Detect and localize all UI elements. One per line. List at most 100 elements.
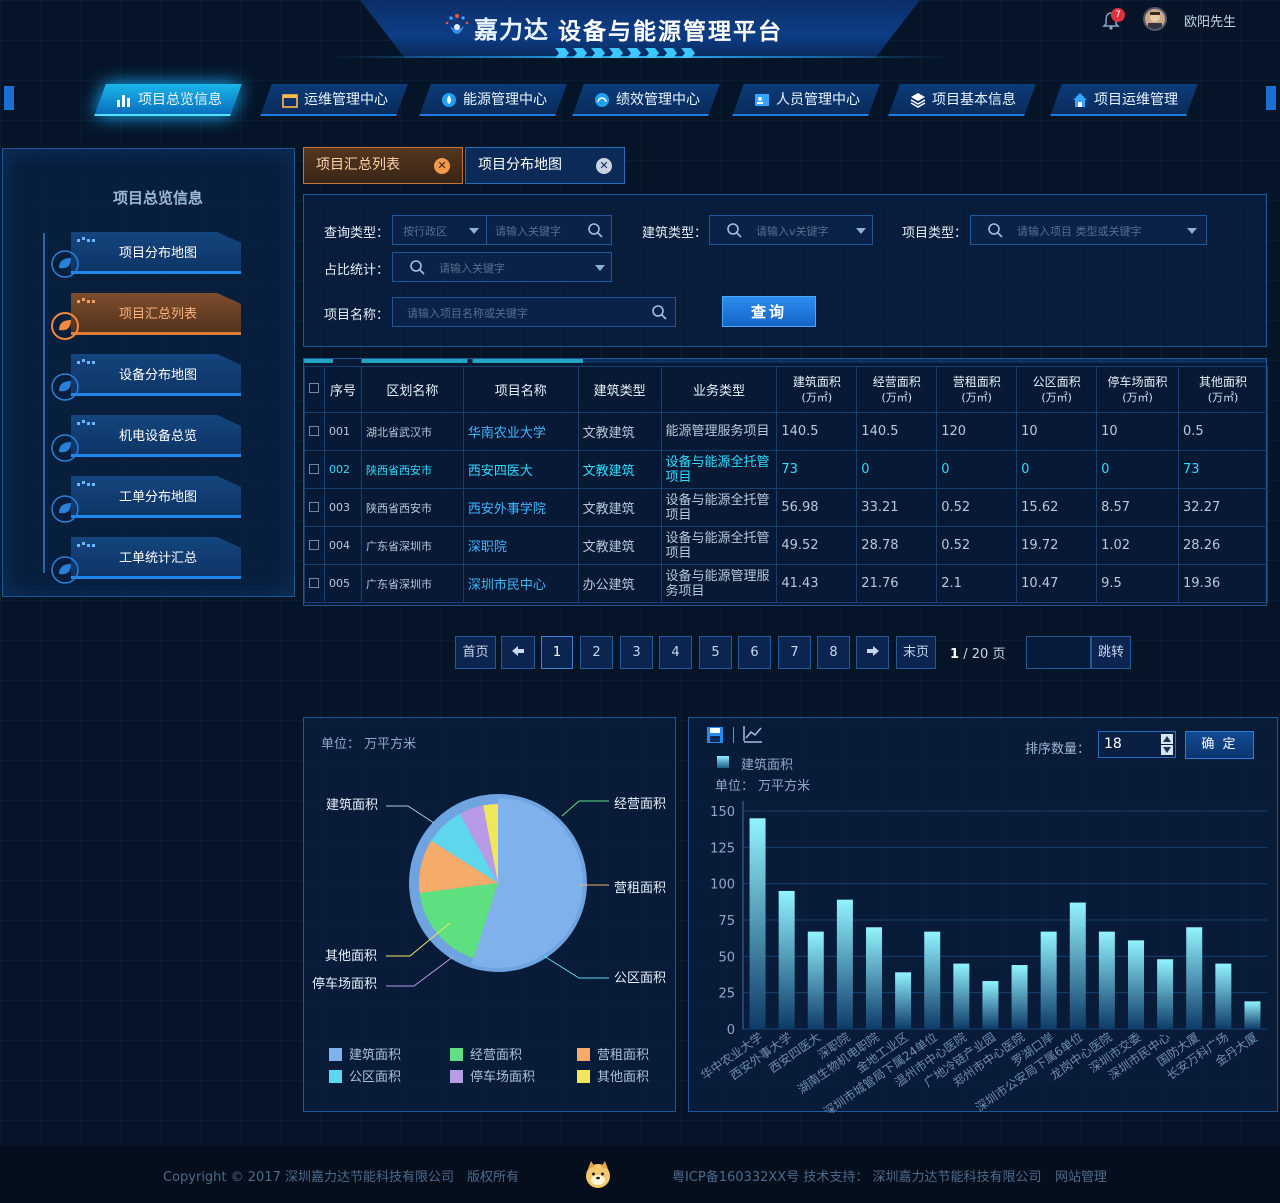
nav-tab-project-maintenance[interactable]: 项目运维管理	[1050, 84, 1198, 116]
stepper-arrows-icon[interactable]	[1161, 734, 1173, 755]
page-button-4[interactable]: 4	[659, 636, 692, 669]
page-button-2[interactable]: 2	[580, 636, 613, 669]
bar-12[interactable]	[1098, 931, 1115, 1029]
page-button-5[interactable]: 5	[699, 636, 732, 669]
bar-0[interactable]	[749, 818, 766, 1029]
legend-item-other[interactable]: 其他面积	[577, 1066, 649, 1085]
bar-1[interactable]	[778, 890, 795, 1029]
page-button-7[interactable]: 7	[778, 636, 811, 669]
col-header-rental-area[interactable]: 营租面积 (万㎡)	[936, 366, 1018, 413]
tab-project-list[interactable]: 项目汇总列表 ✕	[303, 147, 463, 184]
bar-3[interactable]	[836, 899, 853, 1029]
nav-tab-operations[interactable]: 运维管理中心	[260, 84, 408, 116]
sidebar-item-equipment-overview[interactable]: 机电设备总览	[71, 415, 241, 457]
close-tab-icon[interactable]: ✕	[596, 158, 612, 174]
cell-name[interactable]: 深职院	[462, 526, 579, 565]
bar-13[interactable]	[1128, 940, 1144, 1029]
bar-14[interactable]	[1157, 959, 1174, 1029]
bar-5[interactable]	[895, 972, 912, 1029]
sidebar-item-workorder-stats[interactable]: 工单统计汇总	[71, 537, 241, 579]
legend-item-operating[interactable]: 经营面积	[450, 1044, 522, 1063]
query-button[interactable]: 查询	[722, 296, 816, 327]
col-header-building-area[interactable]: 建筑面积 (万㎡)	[776, 366, 858, 413]
legend-item-parking[interactable]: 停车场面积	[450, 1066, 535, 1085]
confirm-button[interactable]: 确 定	[1185, 731, 1254, 759]
jump-page-input[interactable]	[1026, 636, 1091, 669]
bar-16[interactable]	[1215, 963, 1232, 1029]
nav-next-arrow[interactable]	[1266, 86, 1276, 110]
nav-tab-energy[interactable]: 能源管理中心	[419, 84, 567, 116]
bar-6[interactable]	[924, 931, 941, 1029]
keyword-input[interactable]: 请输入关键字	[486, 215, 612, 245]
last-page-button[interactable]: 末页	[896, 636, 936, 669]
page-button-6[interactable]: 6	[738, 636, 771, 669]
table-row[interactable]: 005 广东省深圳市 深圳市民中心 办公建筑 设备与能源管理服务项目 41.43 21.76…	[304, 564, 1268, 603]
sidebar-item-device-map[interactable]: 设备分布地图	[71, 354, 241, 396]
nav-tab-project-info[interactable]: 项目基本信息	[888, 84, 1036, 116]
page-button-3[interactable]: 3	[620, 636, 653, 669]
project-name-input[interactable]: 请输入项目名称或关键字	[392, 297, 676, 327]
row-checkbox[interactable]	[304, 564, 325, 603]
table-row[interactable]: 004 广东省深圳市 深职院 文教建筑 设备与能源全托管项目 49.52 28.78 0.52…	[304, 526, 1268, 565]
page-button-1[interactable]: 1	[541, 636, 573, 669]
bar-8[interactable]	[982, 981, 999, 1029]
cell-name[interactable]: 华南农业大学	[462, 412, 579, 451]
username[interactable]: 欧阳先生	[1184, 11, 1236, 30]
table-row[interactable]: 001 湖北省武汉市 华南农业大学 文教建筑 能源管理服务项目 140.5 140.5 120…	[304, 412, 1268, 451]
close-tab-icon[interactable]: ✕	[434, 158, 450, 174]
user-avatar[interactable]	[1143, 7, 1167, 31]
col-header-name[interactable]: 项目名称	[462, 366, 579, 413]
col-header-public-area[interactable]: 公区面积 (万㎡)	[1016, 366, 1098, 413]
prev-page-button[interactable]	[501, 636, 535, 669]
cell-name[interactable]: 深圳市民中心	[462, 564, 579, 603]
table-row[interactable]: 003 陕西省西安市 西安外事学院 文教建筑 设备与能源全托管项目 56.98 33.21 0…	[304, 488, 1268, 527]
bar-2[interactable]	[807, 931, 824, 1029]
sidebar-item-workorder-map[interactable]: 工单分布地图	[71, 476, 241, 518]
row-checkbox[interactable]	[304, 412, 325, 451]
col-header-operating-area[interactable]: 经营面积 (万㎡)	[856, 366, 938, 413]
row-checkbox[interactable]	[304, 526, 325, 565]
bar-17[interactable]	[1244, 1001, 1261, 1029]
col-header-building[interactable]: 建筑类型	[577, 366, 662, 413]
project-type-input[interactable]: 请输入项目 类型或关键字	[970, 215, 1207, 245]
row-checkbox[interactable]	[304, 488, 325, 527]
ratio-input[interactable]: 请输入关键字	[392, 252, 612, 282]
legend-item-building[interactable]: 建筑面积	[329, 1044, 401, 1063]
rank-count-input[interactable]: 18	[1098, 731, 1176, 758]
row-checkbox[interactable]	[304, 450, 325, 489]
legend-item-rental[interactable]: 营租面积	[577, 1044, 649, 1063]
bar-7[interactable]	[953, 963, 970, 1029]
nav-tab-performance[interactable]: 绩效管理中心	[572, 84, 720, 116]
col-header-business[interactable]: 业务类型	[660, 366, 778, 413]
bar-4[interactable]	[866, 927, 882, 1029]
page-button-8[interactable]: 8	[817, 636, 850, 669]
cell-name[interactable]: 西安外事学院	[462, 488, 579, 527]
legend-item-public[interactable]: 公区面积	[329, 1066, 401, 1085]
search-icon[interactable]	[651, 304, 667, 320]
sidebar-item-project-map[interactable]: 项目分布地图	[71, 232, 241, 274]
building-type-input[interactable]: 请输入v关键字	[709, 215, 873, 245]
nav-tab-personnel[interactable]: 人员管理中心	[732, 84, 880, 116]
cell-region: 陕西省西安市	[360, 488, 464, 527]
col-header-no[interactable]: 序号	[323, 366, 362, 413]
bar-9[interactable]	[1011, 965, 1028, 1029]
search-icon[interactable]	[587, 222, 603, 238]
next-page-button[interactable]	[856, 636, 889, 669]
cell-name[interactable]: 西安四医大	[462, 450, 579, 489]
footer-admin-link[interactable]: 网站管理	[1055, 1166, 1107, 1185]
region-select[interactable]: 按行政区	[392, 215, 487, 245]
bar-15[interactable]	[1186, 927, 1203, 1029]
col-header-other-area[interactable]: 其他面积 (万㎡)	[1178, 366, 1268, 413]
col-header-region[interactable]: 区划名称	[360, 366, 464, 413]
jump-button[interactable]: 跳转	[1091, 636, 1131, 669]
first-page-button[interactable]: 首页	[455, 636, 496, 669]
tab-project-map[interactable]: 项目分布地图 ✕	[465, 147, 625, 184]
bar-10[interactable]	[1040, 931, 1057, 1029]
col-header-parking-area[interactable]: 停车场面积 (万㎡)	[1096, 366, 1180, 413]
bar-11[interactable]	[1069, 902, 1086, 1029]
table-row[interactable]: 002 陕西省西安市 西安四医大 文教建筑 设备与能源全托管项目 73 0 0 0 0 73	[304, 450, 1268, 489]
nav-tab-project-overview[interactable]: 项目总览信息	[94, 84, 242, 116]
sidebar-item-project-list[interactable]: 项目汇总列表	[71, 293, 241, 335]
select-all-checkbox[interactable]	[304, 366, 325, 413]
nav-prev-arrow[interactable]	[4, 86, 14, 110]
